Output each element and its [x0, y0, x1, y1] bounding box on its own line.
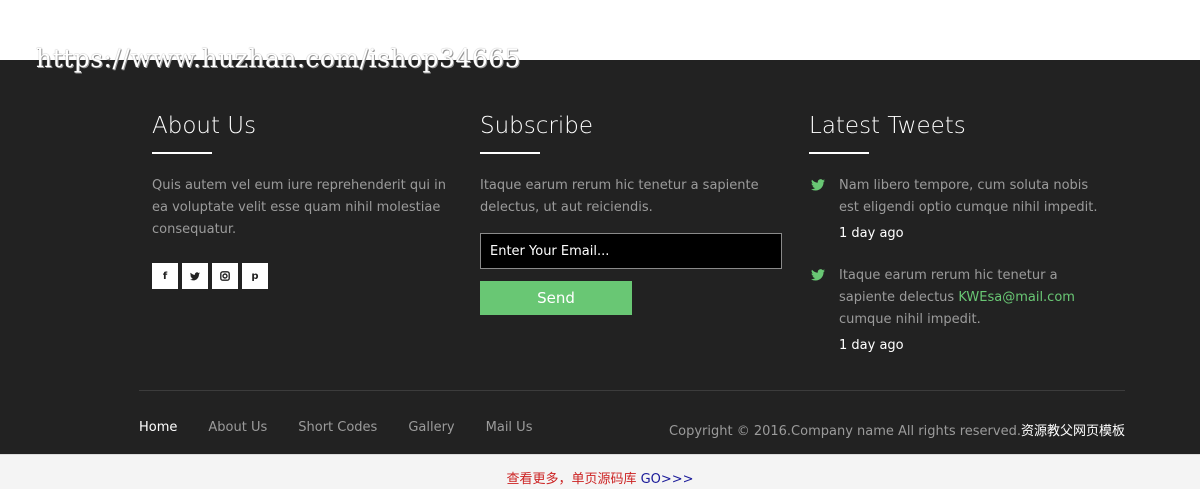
email-input[interactable]: [480, 233, 782, 269]
about-title-underline: [152, 152, 212, 154]
nav-gallery[interactable]: Gallery: [408, 420, 454, 435]
instagram-icon[interactable]: [212, 263, 238, 289]
tweets-column: Latest Tweets Nam libero tempore, cum so…: [809, 112, 1109, 355]
copyright-text: Copyright © 2016.Company name All rights…: [669, 424, 1021, 439]
about-title: About Us: [152, 113, 257, 139]
twitter-icon[interactable]: [182, 263, 208, 289]
template-source-link[interactable]: 资源教父网页模板: [1021, 424, 1125, 439]
nav-short-codes[interactable]: Short Codes: [298, 420, 377, 435]
bottom-bar: 查看更多，单页源码库 GO>>>: [0, 454, 1200, 489]
subscribe-column: Subscribe Itaque earum rerum hic tenetur…: [480, 112, 782, 315]
social-links: f p: [152, 263, 452, 289]
footer: About Us Quis autem vel eum iure reprehe…: [0, 60, 1200, 454]
tweets-title-underline: [809, 152, 869, 154]
footer-divider: [139, 390, 1125, 391]
twitter-bird-icon: [811, 179, 825, 191]
watermark-text: https://www.huzhan.com/ishop34665: [36, 44, 522, 73]
facebook-icon[interactable]: f: [152, 263, 178, 289]
go-link-text: GO>>>: [640, 472, 694, 487]
about-column: About Us Quis autem vel eum iure reprehe…: [152, 112, 452, 289]
tweet-text: Nam libero tempore, cum soluta nobis est…: [839, 178, 1098, 215]
tweet-time: 1 day ago: [839, 226, 904, 241]
view-more-text: 查看更多，单页源码库: [506, 472, 641, 487]
subscribe-text: Itaque earum rerum hic tenetur a sapient…: [480, 178, 759, 215]
subscribe-title: Subscribe: [480, 113, 594, 139]
view-more-link[interactable]: 查看更多，单页源码库 GO>>>: [506, 468, 693, 487]
tweet-item: Itaque earum rerum hic tenetur a sapient…: [809, 265, 1109, 355]
nav-home[interactable]: Home: [139, 420, 177, 435]
about-text: Quis autem vel eum iure reprehenderit qu…: [152, 178, 446, 237]
tweet-text-after: cumque nihil impedit.: [839, 312, 981, 327]
subscribe-title-underline: [480, 152, 540, 154]
copyright: Copyright © 2016.Company name All rights…: [669, 420, 1125, 439]
tweets-title: Latest Tweets: [809, 113, 966, 139]
tweet-item: Nam libero tempore, cum soluta nobis est…: [809, 175, 1109, 243]
nav-about-us[interactable]: About Us: [208, 420, 267, 435]
tweet-time: 1 day ago: [839, 338, 904, 353]
tweet-text: Itaque earum rerum hic tenetur a sapient…: [839, 265, 1109, 331]
footer-nav: Home About Us Short Codes Gallery Mail U…: [139, 420, 563, 435]
nav-mail-us[interactable]: Mail Us: [486, 420, 533, 435]
send-button[interactable]: Send: [480, 281, 632, 315]
tweet-email-link[interactable]: KWEsa@mail.com: [958, 290, 1075, 305]
twitter-bird-icon: [811, 269, 825, 281]
pinterest-icon[interactable]: p: [242, 263, 268, 289]
